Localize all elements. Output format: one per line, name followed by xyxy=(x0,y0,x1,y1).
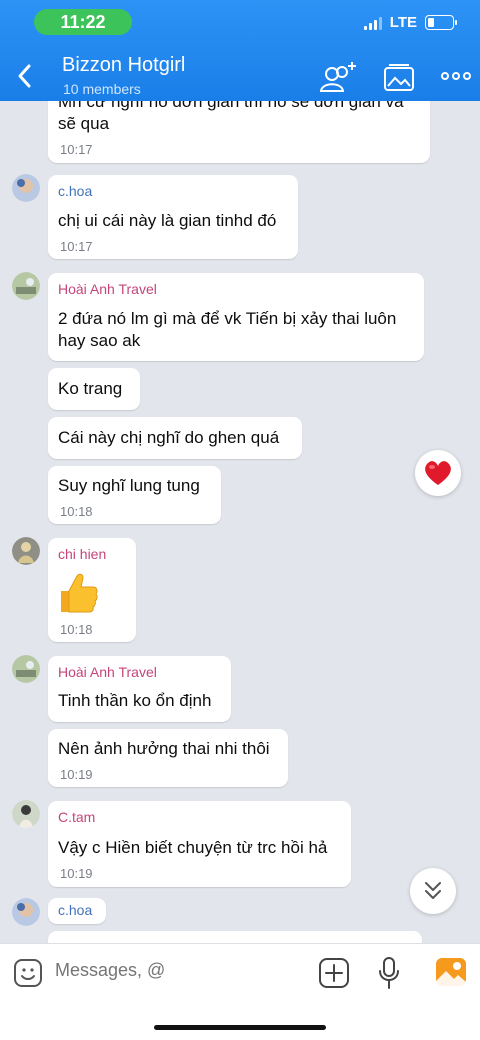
scroll-down-icon xyxy=(425,882,441,899)
avatar[interactable] xyxy=(12,898,40,926)
message-text: Vậy c Hiền biết chuyện từ trc hồi hả xyxy=(58,838,328,857)
message-bubble[interactable]: Nên ảnh hưởng thai nhi thôi 10:19 xyxy=(48,729,288,787)
chat-header: 11:22 LTE Bizzon Hotgirl 10 members xyxy=(0,0,480,101)
message-text: 2 đứa nó lm gì mà để vk Tiến bị xảy thai… xyxy=(58,309,397,350)
message-bubble[interactable]: Cái này chị nghĩ do ghen quá xyxy=(48,417,302,459)
status-time: 11:22 xyxy=(34,9,132,35)
avatar[interactable] xyxy=(12,537,40,565)
member-count: 10 members xyxy=(63,81,141,97)
avatar[interactable] xyxy=(12,655,40,683)
battery-icon xyxy=(425,15,457,30)
message-bubble[interactable]: C.tam Vậy c Hiền biết chuyện từ trc hồi … xyxy=(48,801,351,887)
message-time: 10:17 xyxy=(60,142,93,157)
message-input[interactable] xyxy=(55,960,295,981)
mic-icon[interactable] xyxy=(377,956,401,990)
message-time: 10:18 xyxy=(60,504,93,519)
message-text: chị ui cái này là gian tinhd đó xyxy=(58,211,277,230)
signal-icon xyxy=(363,16,382,30)
more-icon[interactable] xyxy=(438,62,476,94)
message-time: 10:18 xyxy=(60,622,93,637)
album-icon[interactable] xyxy=(380,62,418,94)
message-bubble[interactable]: Hoài Anh Travel 2 đứa nó lm gì mà để vk … xyxy=(48,273,424,361)
sender-name[interactable]: C.tam xyxy=(58,809,95,825)
scroll-down-button[interactable] xyxy=(410,868,456,914)
sender-name[interactable]: chi hien xyxy=(58,546,106,562)
sticker-icon[interactable] xyxy=(13,958,43,988)
heart-icon xyxy=(425,461,451,485)
back-icon[interactable] xyxy=(14,62,36,90)
sender-name[interactable]: c.hoa xyxy=(58,902,92,918)
message-bubble[interactable]: Ko trang xyxy=(48,368,140,410)
message-bubble[interactable]: Mh cứ nghĩ nó đơn giản thì nó sẽ đơn giả… xyxy=(48,101,430,163)
message-bubble[interactable]: c.hoa chị ui cái này là gian tinhd đó 10… xyxy=(48,175,298,259)
sender-name[interactable]: c.hoa xyxy=(58,183,92,199)
group-title[interactable]: Bizzon Hotgirl xyxy=(62,54,185,77)
avatar[interactable] xyxy=(12,800,40,828)
message-bubble[interactable]: chi hien 10:18 xyxy=(48,538,136,642)
add-member-icon[interactable] xyxy=(318,62,356,94)
message-bubble[interactable] xyxy=(48,931,422,943)
avatar[interactable] xyxy=(12,272,40,300)
message-time: 10:19 xyxy=(60,767,93,782)
status-indicators: LTE xyxy=(363,14,457,31)
avatar[interactable] xyxy=(12,174,40,202)
message-text: Ko trang xyxy=(58,379,123,398)
composer-bar xyxy=(0,943,480,1040)
network-label: LTE xyxy=(389,14,417,31)
add-icon[interactable] xyxy=(318,957,350,989)
message-bubble[interactable]: Hoài Anh Travel Tinh thần ko ổn định xyxy=(48,656,231,722)
message-time: 10:19 xyxy=(60,866,93,881)
message-list[interactable]: Mh cứ nghĩ nó đơn giản thì nó sẽ đơn giả… xyxy=(0,101,480,943)
message-time: 10:17 xyxy=(60,239,93,254)
sender-name[interactable]: Hoài Anh Travel xyxy=(58,281,157,297)
reaction-button[interactable] xyxy=(415,450,461,496)
home-indicator[interactable] xyxy=(154,1025,326,1030)
image-icon[interactable] xyxy=(435,957,467,987)
message-bubble[interactable]: c.hoa xyxy=(48,898,106,924)
message-text: Cái này chị nghĩ do ghen quá xyxy=(58,428,280,447)
thumbs-up-icon xyxy=(61,573,98,613)
message-text: Suy nghĩ lung tung xyxy=(58,476,200,495)
message-text: Nên ảnh hưởng thai nhi thôi xyxy=(58,739,270,758)
message-bubble[interactable]: Suy nghĩ lung tung 10:18 xyxy=(48,466,221,524)
message-text: Tinh thần ko ổn định xyxy=(58,691,212,710)
sender-name[interactable]: Hoài Anh Travel xyxy=(58,664,157,680)
message-text: Mh cứ nghĩ nó đơn giản thì nó sẽ đơn giả… xyxy=(58,101,404,133)
